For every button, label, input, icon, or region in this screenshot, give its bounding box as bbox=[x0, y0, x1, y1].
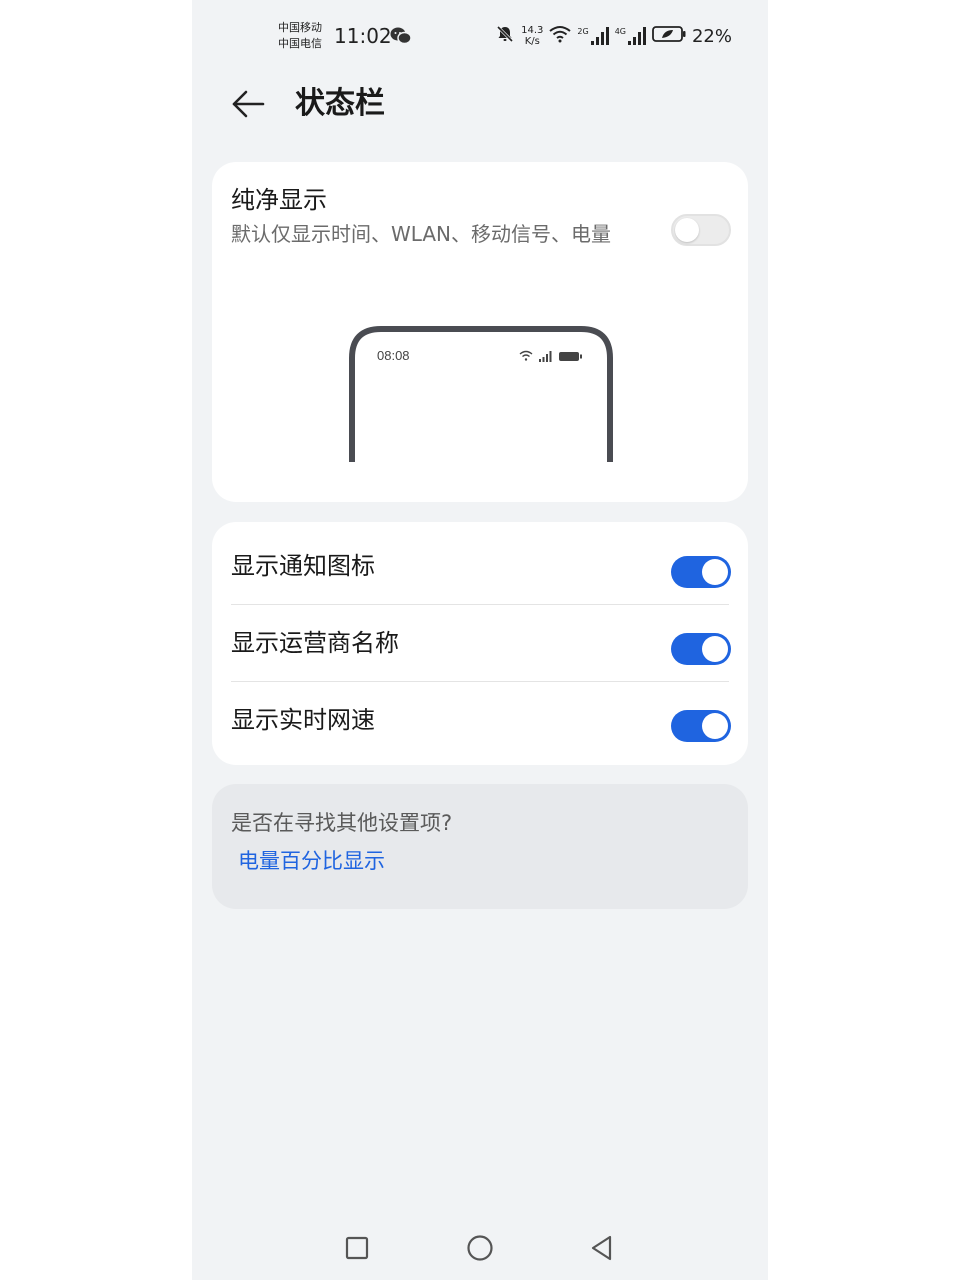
signal-icon bbox=[590, 27, 609, 45]
signal-2: 4G bbox=[615, 27, 646, 45]
page-title: 状态栏 bbox=[295, 86, 385, 121]
net-speed-value: 14.3 bbox=[521, 25, 544, 36]
net-speed-unit: K/s bbox=[524, 36, 540, 47]
setting-label: 显示运营商名称 bbox=[231, 629, 399, 657]
setting-row-notification-icons[interactable]: 显示通知图标 bbox=[212, 528, 748, 604]
home-button[interactable] bbox=[466, 1234, 494, 1262]
carrier-names: 中国移动 中国电信 bbox=[278, 20, 322, 52]
toggle-knob bbox=[702, 713, 728, 739]
statusbar-options-card: 显示通知图标 显示运营商名称 显示实时网速 bbox=[212, 522, 748, 765]
status-bar-preview: 08:08 bbox=[349, 326, 613, 462]
arrow-left-icon bbox=[232, 90, 265, 118]
pure-display-card: 纯净显示 默认仅显示时间、WLAN、移动信号、电量 08:08 bbox=[212, 162, 748, 502]
toggle-knob bbox=[675, 218, 699, 242]
signal-1: 2G bbox=[577, 27, 609, 45]
preview-status-icons bbox=[519, 350, 582, 362]
mute-bell-icon bbox=[495, 24, 515, 48]
back-triangle-icon bbox=[591, 1235, 612, 1261]
status-time: 11:02 bbox=[334, 24, 392, 48]
suggestion-card: 是否在寻找其他设置项? 电量百分比显示 bbox=[212, 784, 748, 909]
signal-2-tag: 4G bbox=[614, 27, 626, 36]
pure-display-title: 纯净显示 bbox=[231, 186, 327, 214]
signal-icon bbox=[627, 27, 646, 45]
signal-1-tag: 2G bbox=[577, 27, 589, 36]
battery-icon bbox=[652, 25, 686, 47]
pure-display-description: 默认仅显示时间、WLAN、移动信号、电量 bbox=[231, 222, 612, 246]
setting-label: 显示通知图标 bbox=[231, 552, 375, 580]
home-circle-icon bbox=[467, 1235, 493, 1261]
phone-screen: 中国移动 中国电信 11:02 14.3 K/s 2G 4G 22% 状态栏 纯… bbox=[192, 0, 768, 1280]
carrier-name-toggle[interactable] bbox=[671, 633, 731, 665]
net-speed: 14.3 K/s bbox=[521, 25, 543, 47]
wechat-icon bbox=[390, 26, 412, 46]
recents-button[interactable] bbox=[343, 1234, 371, 1262]
net-speed-toggle[interactable] bbox=[671, 710, 731, 742]
notification-icons-toggle[interactable] bbox=[671, 556, 731, 588]
carrier-2: 中国电信 bbox=[278, 37, 322, 50]
suggestion-question: 是否在寻找其他设置项? bbox=[231, 811, 453, 835]
setting-row-net-speed[interactable]: 显示实时网速 bbox=[212, 682, 748, 758]
setting-label: 显示实时网速 bbox=[231, 706, 375, 734]
battery-percent: 22% bbox=[691, 25, 732, 47]
back-button[interactable] bbox=[228, 86, 268, 122]
setting-row-carrier-name[interactable]: 显示运营商名称 bbox=[212, 605, 748, 681]
preview-time: 08:08 bbox=[377, 348, 410, 363]
battery-percentage-link[interactable]: 电量百分比显示 bbox=[238, 846, 385, 876]
carrier-1: 中国移动 bbox=[278, 21, 322, 34]
toggle-knob bbox=[702, 559, 728, 585]
status-icons: 14.3 K/s 2G 4G 22% bbox=[495, 22, 732, 50]
nav-back-button[interactable] bbox=[588, 1234, 616, 1262]
status-bar: 中国移动 中国电信 11:02 14.3 K/s 2G 4G 22% bbox=[192, 0, 768, 72]
toggle-knob bbox=[702, 636, 728, 662]
wifi-icon bbox=[549, 25, 572, 47]
pure-display-toggle[interactable] bbox=[671, 214, 731, 246]
recents-square-icon bbox=[345, 1236, 369, 1260]
